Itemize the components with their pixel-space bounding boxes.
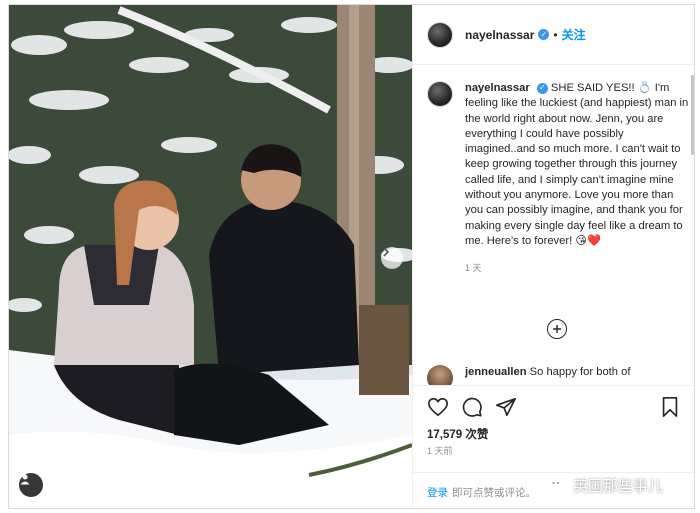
commenter-avatar[interactable] xyxy=(427,365,453,385)
wechat-icon xyxy=(549,478,567,492)
comment-body: jenneuallen So happy for both of xyxy=(465,365,630,380)
caption-username[interactable]: nayelnassar xyxy=(465,82,530,94)
login-link[interactable]: 登录 xyxy=(427,485,448,500)
post-photo[interactable] xyxy=(9,5,412,508)
like-count[interactable]: 17,579 次赞 xyxy=(427,426,488,442)
caption-body: nayelnassar ✓ SHE SAID YES!! 💍 I'm feeli… xyxy=(465,81,689,277)
author-avatar[interactable] xyxy=(427,21,453,48)
follow-button[interactable]: 关注 xyxy=(562,26,586,43)
chevron-right-icon xyxy=(383,247,390,257)
comment-icon[interactable] xyxy=(461,396,483,418)
post-header: nayelnassar ✓ • 关注 xyxy=(413,5,694,65)
caption-text: SHE SAID YES!! 💍 I'm feeling like the lu… xyxy=(465,82,689,247)
instagram-post-modal: nayelnassar ✓ • 关注 nayelnassar ✓ SHE SAI… xyxy=(8,4,695,509)
user-tag-button[interactable] xyxy=(19,473,43,497)
wechat-watermark: 英国那些事儿 xyxy=(548,475,663,496)
comments-scrollbar[interactable] xyxy=(691,75,694,155)
caption-block: nayelnassar ✓ SHE SAID YES!! 💍 I'm feeli… xyxy=(427,81,689,277)
bookmark-icon[interactable] xyxy=(659,396,681,418)
author-username[interactable]: nayelnassar xyxy=(465,28,534,42)
login-hint-text: 即可点赞或评论。 xyxy=(452,486,536,499)
next-photo-button[interactable] xyxy=(381,247,403,269)
caption-timestamp[interactable]: 1 天 xyxy=(465,261,689,276)
user-tag-icon xyxy=(20,474,30,485)
verified-badge-icon: ✓ xyxy=(538,29,550,40)
verified-badge-icon: ✓ xyxy=(536,82,548,94)
load-more-comments-button[interactable] xyxy=(547,319,567,339)
photo-scene xyxy=(9,5,412,508)
header-separator: • xyxy=(553,27,558,42)
watermark-text: 英国那些事儿 xyxy=(573,478,664,495)
post-sidebar: nayelnassar ✓ • 关注 nayelnassar ✓ SHE SAI… xyxy=(412,5,694,508)
plus-circle-icon xyxy=(553,325,561,333)
share-icon[interactable] xyxy=(495,396,517,418)
post-timestamp[interactable]: 1 天前 xyxy=(427,444,453,457)
commenter-username[interactable]: jenneuallen xyxy=(465,366,527,378)
heart-icon[interactable] xyxy=(427,396,449,418)
comment-text: So happy for both of xyxy=(529,366,631,378)
caption-avatar[interactable] xyxy=(427,81,453,107)
comment-item: jenneuallen So happy for both of xyxy=(427,365,689,385)
